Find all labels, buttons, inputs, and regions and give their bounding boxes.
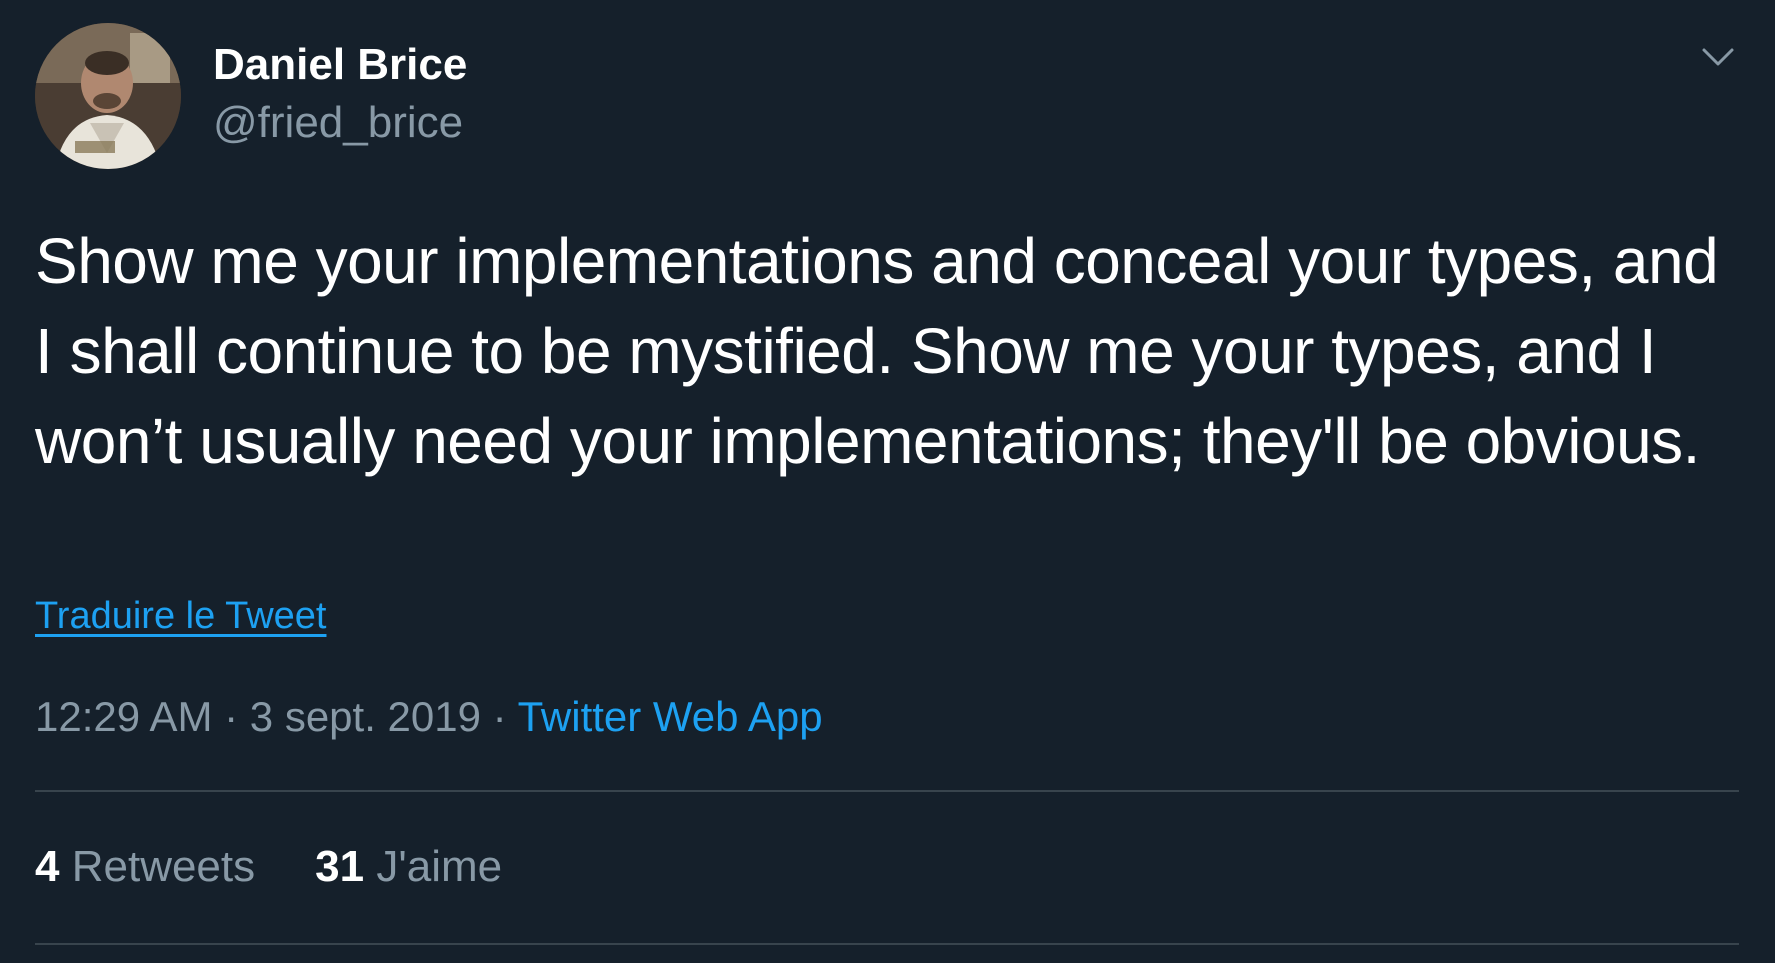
likes-label: J'aime [376, 842, 503, 891]
likes-count: 31 [315, 842, 365, 891]
tweet-card: Daniel Brice @fried_brice Show me your i… [0, 0, 1775, 963]
tweet-time[interactable]: 12:29 AM [35, 693, 212, 740]
tweet-source-link[interactable]: Twitter Web App [518, 693, 823, 740]
tweet-stats: 4 Retweets 31 J'aime [35, 840, 562, 894]
divider [35, 943, 1739, 945]
profile-photo [35, 23, 181, 169]
retweets-stat[interactable]: 4 Retweets [35, 840, 255, 894]
tweet-text: Show me your implementations and conceal… [35, 225, 1719, 477]
meta-separator: · [480, 693, 518, 740]
retweets-label: Retweets [71, 842, 256, 891]
meta-separator: · [212, 693, 250, 740]
divider [35, 790, 1739, 792]
tweet-menu-button[interactable] [1698, 40, 1738, 74]
author-name[interactable]: Daniel Brice [213, 38, 467, 92]
chevron-down-icon [1702, 48, 1734, 66]
author-handle[interactable]: @fried_brice [213, 96, 463, 150]
tweet-meta: 12:29 AM · 3 sept. 2019 · Twitter Web Ap… [35, 690, 823, 744]
avatar[interactable] [35, 23, 181, 169]
retweets-count: 4 [35, 842, 60, 891]
translate-tweet-link[interactable]: Traduire le Tweet [35, 592, 326, 640]
tweet-date[interactable]: 3 sept. 2019 [250, 693, 481, 740]
likes-stat[interactable]: 31 J'aime [315, 840, 502, 894]
